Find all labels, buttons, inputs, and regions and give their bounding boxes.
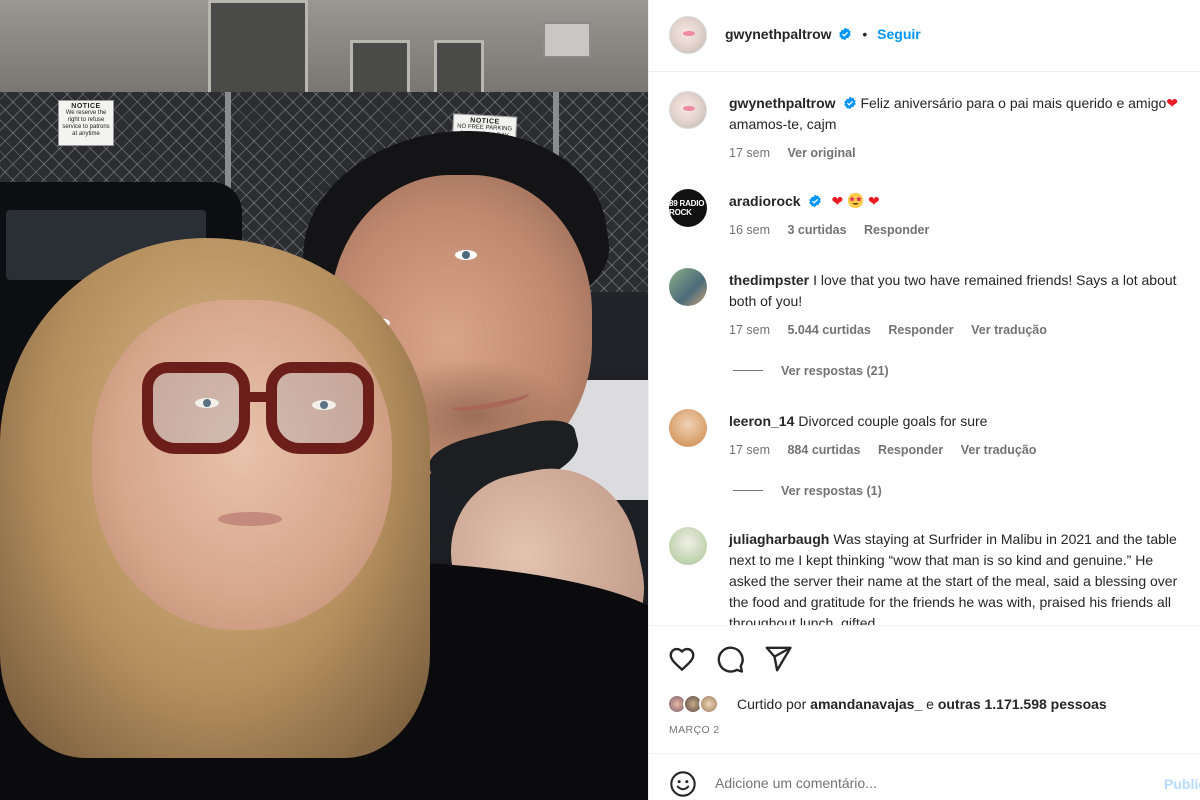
caption-text: gwynethpaltrow Feliz aniversário para o … [729, 93, 1179, 135]
heart-emoji: ❤ [868, 193, 880, 209]
follow-button[interactable]: Seguir [877, 26, 921, 42]
air-conditioner [543, 22, 591, 58]
liker-avatar[interactable] [699, 694, 719, 714]
comment-avatar[interactable]: 89 RADIO ROCK [669, 189, 707, 227]
view-replies-label: Ver respostas (21) [781, 364, 889, 378]
building-window [350, 40, 410, 100]
woman-eye [195, 398, 219, 408]
comment-meta: 17 sem 884 curtidas Responder Ver traduç… [729, 443, 1050, 457]
reply-button[interactable]: Responder [878, 443, 943, 457]
add-comment-bar: Publicar [649, 753, 1200, 800]
comment-time[interactable]: 17 sem [729, 443, 770, 457]
likes-summary: Curtido por amandanavajas_ e outras 1.17… [737, 696, 1107, 712]
comment-time[interactable]: 17 sem [729, 323, 770, 337]
view-replies-button[interactable]: Ver respostas (21) [733, 364, 889, 378]
man-eye [455, 250, 477, 260]
view-replies-button[interactable]: Ver respostas (1) [733, 484, 882, 498]
caption-avatar[interactable] [669, 91, 707, 129]
notice-sign-text: We reserve the right to refuse service t… [62, 110, 110, 137]
heart-emoji: ❤ [831, 193, 844, 209]
background-building [0, 0, 648, 100]
comments-list[interactable]: gwynethpaltrow Feliz aniversário para o … [649, 72, 1200, 625]
emoji-icon[interactable] [669, 770, 697, 798]
post-photo[interactable]: NOTICE We reserve the right to refuse se… [0, 0, 648, 800]
caption-meta: 17 sem Ver original [729, 146, 870, 160]
replies-line [733, 370, 763, 371]
post-actions: Curtido por amandanavajas_ e outras 1.17… [649, 625, 1200, 753]
author-line: gwynethpaltrow • Seguir [725, 26, 921, 42]
post-header: gwynethpaltrow • Seguir [649, 0, 1200, 72]
reply-button[interactable]: Responder [864, 223, 929, 237]
star-struck-emoji [847, 192, 864, 209]
notice-sign-left: NOTICE We reserve the right to refuse se… [58, 100, 114, 146]
see-translation-button[interactable]: Ver tradução [971, 323, 1047, 337]
post-side-panel: gwynethpaltrow • Seguir gwynethpaltrow F… [648, 0, 1200, 800]
liked-by-middle: e [922, 696, 938, 712]
liked-by-user[interactable]: amandanavajas_ [810, 696, 922, 712]
share-icon[interactable] [763, 644, 793, 674]
comment-username[interactable]: aradiorock [729, 193, 801, 209]
comment-username[interactable]: thedimpster [729, 272, 809, 288]
comment-time[interactable]: 16 sem [729, 223, 770, 237]
separator-dot: • [862, 26, 868, 42]
verified-badge-icon [808, 194, 821, 208]
caption-body-end: amamos-te, cajm [729, 116, 837, 132]
see-translation-button[interactable]: Ver tradução [961, 443, 1037, 457]
reply-button[interactable]: Responder [888, 323, 953, 337]
verified-badge-icon [843, 96, 856, 110]
woman-face [92, 300, 392, 630]
comment-avatar[interactable] [669, 268, 707, 306]
comment-avatar[interactable] [669, 409, 707, 447]
comment-icon[interactable] [715, 644, 745, 674]
liked-by-others[interactable]: outras 1.171.598 pessoas [938, 696, 1107, 712]
caption-username[interactable]: gwynethpaltrow [729, 95, 836, 111]
comment-likes[interactable]: 5.044 curtidas [787, 323, 870, 337]
comment-meta: 17 sem 5.044 curtidas Responder Ver trad… [729, 323, 1061, 337]
comment-avatar[interactable] [669, 527, 707, 565]
post-date[interactable]: MARÇO 2 [669, 724, 720, 736]
comment-likes[interactable]: 884 curtidas [787, 443, 860, 457]
comment-text: leeron_14 Divorced couple goals for sure [729, 411, 1179, 432]
comment-meta: 16 sem 3 curtidas Responder [729, 223, 943, 237]
heart-emoji: ❤ [1166, 95, 1179, 111]
comment-text: aradiorock ❤ ❤ [729, 191, 1179, 212]
caption-body: Feliz aniversário para o pai mais querid… [860, 95, 1167, 111]
verified-badge-icon [839, 27, 852, 41]
author-username[interactable]: gwynethpaltrow [725, 26, 832, 42]
comment-input[interactable] [715, 768, 1135, 798]
comment-text: thedimpster I love that you two have rema… [729, 270, 1179, 312]
building-window [434, 40, 484, 100]
see-original-button[interactable]: Ver original [787, 146, 855, 160]
woman-lips [218, 512, 282, 526]
woman-eye [312, 400, 336, 410]
liked-by-prefix: Curtido por [737, 696, 811, 712]
comment-username[interactable]: leeron_14 [729, 413, 794, 429]
comment-username[interactable]: juliagharbaugh [729, 531, 829, 547]
heart-icon[interactable] [667, 644, 697, 674]
comment-text: juliagharbaugh Was staying at Surfrider i… [729, 529, 1179, 625]
red-glasses [142, 362, 374, 462]
caption-time[interactable]: 17 sem [729, 146, 770, 160]
comment-likes[interactable]: 3 curtidas [787, 223, 846, 237]
publish-button[interactable]: Publicar [1164, 776, 1200, 792]
building-window [208, 0, 308, 100]
comment-body: Divorced couple goals for sure [798, 413, 988, 429]
view-replies-label: Ver respostas (1) [781, 484, 882, 498]
glasses-lens [142, 362, 250, 454]
replies-line [733, 490, 763, 491]
notice-sign-title: NOTICE [71, 103, 101, 110]
author-avatar[interactable] [669, 16, 707, 54]
